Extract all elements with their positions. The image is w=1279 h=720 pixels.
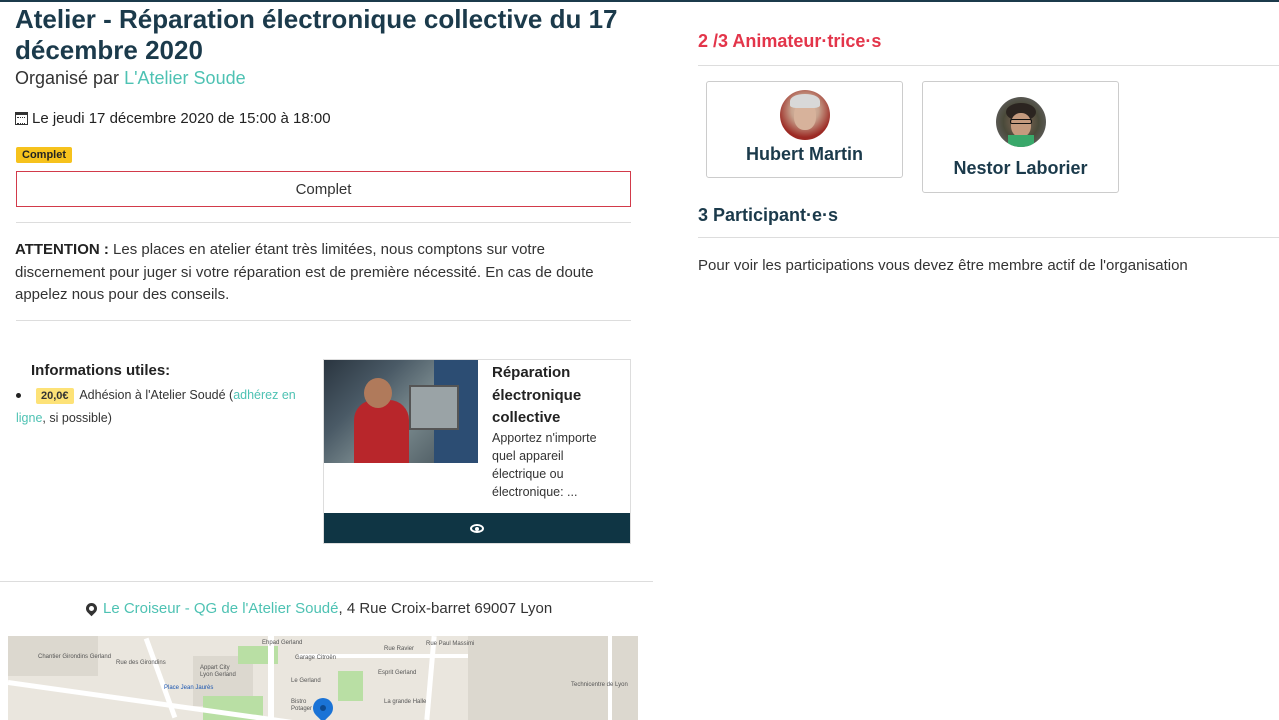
view-activity-button[interactable] [324,513,630,543]
map-pin-icon[interactable] [308,693,338,720]
animator-name: Hubert Martin [746,144,863,164]
event-title: Atelier - Réparation électronique collec… [15,4,618,65]
place-link[interactable]: Le Croiseur - QG de l'Atelier Soudé [103,600,338,617]
animator-name: Nestor Laborier [953,158,1088,178]
info-title: Informations utiles: [31,362,171,379]
activity-card[interactable]: Réparation électronique collective Appor… [323,359,631,544]
status-badge: Complet [16,147,72,163]
map-label: La grande Halle [384,699,427,705]
map-label: Technicentre de Lyon [571,682,628,688]
event-date-text: Le jeudi 17 décembre 2020 de 15:00 à 18:… [32,110,331,127]
map-label: Ehpad Gerland [262,640,303,646]
calendar-icon [15,112,28,125]
info-text-before: Adhésion à l'Atelier Soudé ( [79,388,234,402]
bullet-icon [16,393,21,399]
map-label: Place Jean Jaurès [164,685,214,691]
info-item: 20,0€ Adhésion à l'Atelier Soudé (adhére… [16,384,306,429]
event-date: Le jeudi 17 décembre 2020 de 15:00 à 18:… [15,110,331,127]
organizer-link[interactable]: L'Atelier Soude [124,68,246,88]
top-border [0,0,1279,2]
map-label: Esprit Gerland [378,670,417,676]
divider [698,65,1279,66]
activity-description: Apportez n'importe quel appareil électri… [492,431,597,499]
map-marker-icon [83,600,100,617]
map-label: Rue Ravier [384,646,415,652]
avatar [779,90,830,140]
location-line: Le Croiseur - QG de l'Atelier Soudé, 4 R… [83,600,553,617]
map-label: Appart City Lyon Gerland [200,665,236,678]
avatar [995,97,1046,147]
activity-title: Réparation électronique collective [492,364,582,426]
complet-button[interactable]: Complet [16,171,631,207]
map-label: Bistro Potager [291,699,313,712]
animator-card[interactable]: Hubert Martin [706,81,903,178]
animator-card[interactable]: Nestor Laborier [922,81,1119,193]
map-label: Rue des Girondins [116,660,166,666]
organizer-prefix: Organisé par [15,68,120,88]
info-text-after: , si possible) [42,411,112,425]
map-label: Le Gerland [291,678,321,684]
address-text: , 4 Rue Croix-barret 69007 Lyon [338,600,553,617]
activity-image [324,360,478,463]
price-badge: 20,0€ [36,388,74,404]
map-label: Garage Citroën [295,655,337,661]
divider [16,320,631,321]
map-label: Chantier Girondins Gerland [38,654,112,660]
map-label: Rue Paul Massimi [426,641,475,647]
animators-title: 2 /3 Animateur·trice·s [698,31,882,51]
eye-icon [470,523,484,533]
divider [16,222,631,223]
attention-notice: ATTENTION : Les places en atelier étant … [15,239,625,307]
organizer-line: Organisé par L'Atelier Soude [15,68,246,89]
divider [0,581,653,582]
participants-title: 3 Participant·e·s [698,205,839,225]
attention-label: ATTENTION : [15,241,109,258]
divider [698,237,1279,238]
location-map[interactable]: Chantier Girondins Gerland Rue des Giron… [8,636,638,720]
participants-notice: Pour voir les participations vous devez … [698,257,1188,274]
